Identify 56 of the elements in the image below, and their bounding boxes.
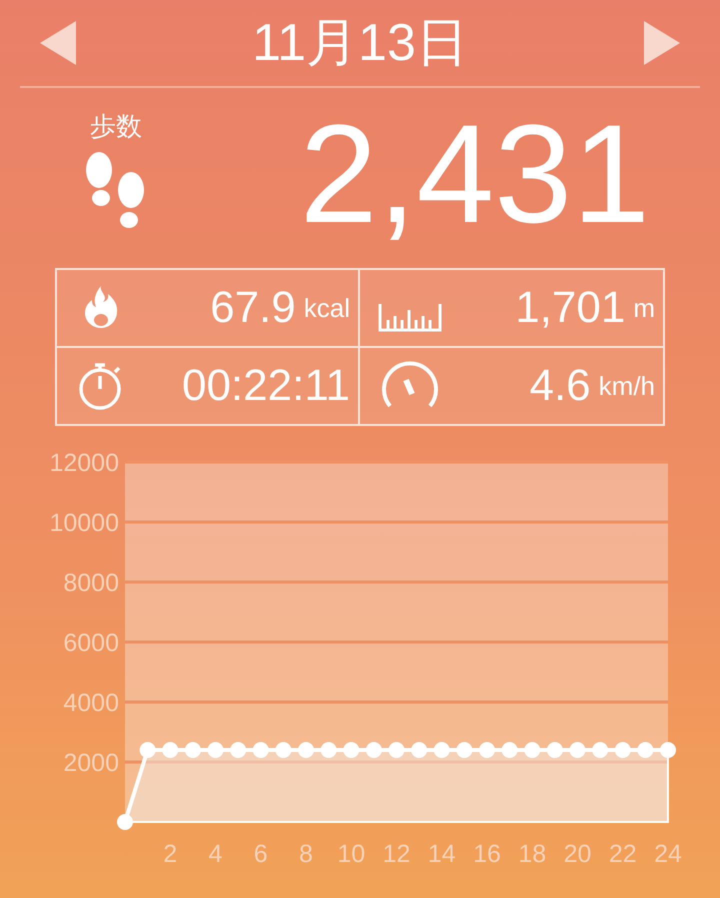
data-point xyxy=(502,742,518,758)
x-tick-label: 18 xyxy=(518,840,546,868)
data-point xyxy=(252,742,269,758)
data-point xyxy=(434,742,450,758)
data-point xyxy=(614,742,631,758)
y-tick-label: 4000 xyxy=(63,689,119,717)
x-tick-label: 6 xyxy=(254,840,268,868)
data-point xyxy=(230,742,246,758)
stat-unit: m xyxy=(633,292,655,324)
x-tick-label: 14 xyxy=(428,840,456,868)
next-arrow-icon[interactable] xyxy=(644,21,680,65)
data-point xyxy=(140,742,156,758)
stat-unit: kcal xyxy=(304,292,350,324)
x-tick-label: 24 xyxy=(654,840,682,868)
data-point xyxy=(411,742,428,758)
data-point xyxy=(320,742,337,758)
x-tick-label: 16 xyxy=(473,840,501,868)
data-point xyxy=(456,742,472,758)
stat-value: 4.6 xyxy=(529,361,591,411)
stat-value: 00:22:11 xyxy=(182,361,350,411)
x-tick-label: 4 xyxy=(208,840,222,868)
previous-arrow-icon[interactable] xyxy=(40,21,76,65)
data-point xyxy=(275,742,292,758)
x-tick-label: 20 xyxy=(564,840,592,868)
y-tick-label: 10000 xyxy=(49,509,119,537)
data-point xyxy=(479,742,495,758)
data-point xyxy=(366,742,382,758)
data-point xyxy=(388,742,404,758)
x-tick-label: 2 xyxy=(163,840,178,868)
ruler-icon xyxy=(378,302,442,332)
stat-unit: km/h xyxy=(598,370,655,402)
data-point xyxy=(208,742,224,758)
data-point xyxy=(546,742,563,758)
step-count: 2,431 xyxy=(300,104,650,244)
data-point xyxy=(524,742,540,758)
y-tick-label: 6000 xyxy=(63,629,119,657)
y-tick-label: 2000 xyxy=(63,749,119,777)
data-point xyxy=(592,742,608,758)
date-title: 11月13日 xyxy=(252,17,468,69)
data-point xyxy=(570,742,586,758)
stat-value: 67.9 xyxy=(210,283,296,333)
stat-value: 1,701 xyxy=(515,283,626,333)
data-point xyxy=(637,742,654,758)
y-tick-label: 8000 xyxy=(63,569,119,597)
data-point xyxy=(117,814,133,830)
data-point xyxy=(343,742,360,758)
y-tick-label: 12000 xyxy=(49,449,119,477)
data-point xyxy=(298,742,314,758)
data-point xyxy=(162,742,178,758)
steps-label: 歩数 xyxy=(90,110,142,142)
x-tick-label: 22 xyxy=(608,840,637,868)
x-tick-label: 10 xyxy=(337,840,366,868)
x-tick-label: 12 xyxy=(382,840,410,868)
data-point xyxy=(184,742,201,758)
data-point xyxy=(660,742,676,758)
x-tick-label: 8 xyxy=(299,840,313,868)
